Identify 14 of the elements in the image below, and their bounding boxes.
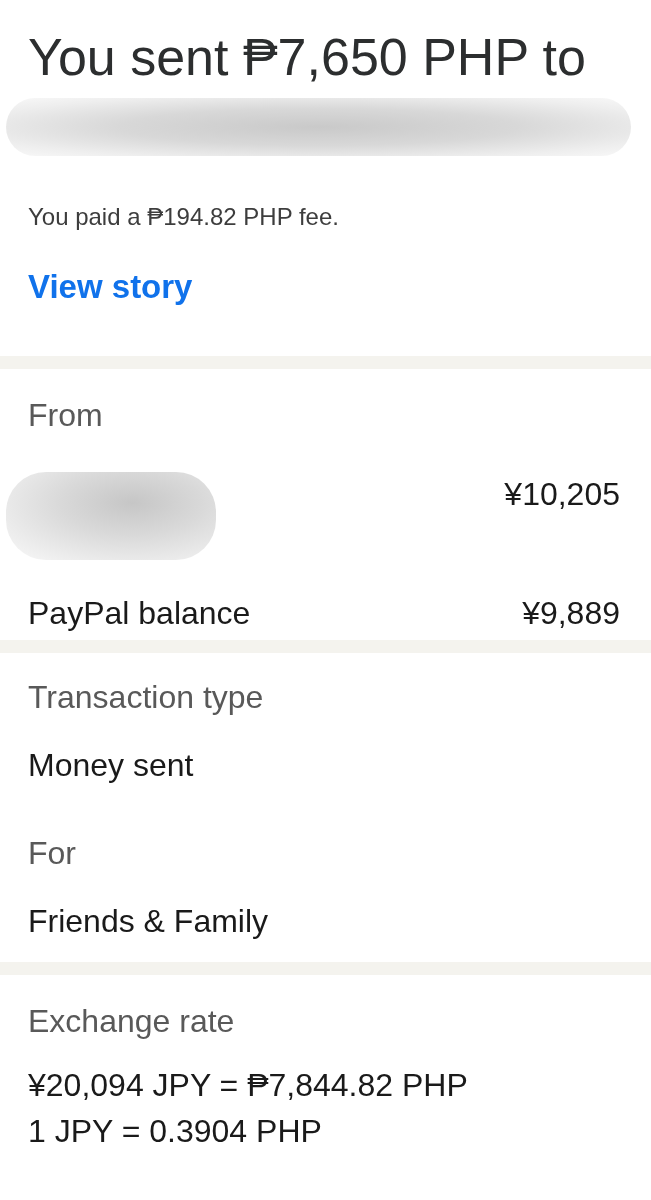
detail-value: Friends & Family (28, 902, 270, 940)
amount-text: ¥9,889 (522, 594, 620, 632)
amount-text: ¥10,205 (504, 475, 620, 513)
view-story-link[interactable]: View story (28, 267, 193, 307)
exchange-rate-text: 1 JPY = 0.3904 PHP (28, 1112, 323, 1151)
exchange-rate-text: ¥20,094 JPY = ₱7,844.82 PHP (28, 1066, 469, 1105)
section-label: From (28, 396, 104, 434)
detail-value: Money sent (28, 746, 195, 784)
detail-label: Transaction type (28, 678, 265, 716)
fee-note: You paid a ₱194.82 PHP fee. (28, 202, 339, 232)
page-title: You sent ₱7,650 PHP to (28, 27, 586, 87)
funding-source-name: PayPal balance (28, 594, 251, 632)
section-label: Exchange rate (28, 1002, 236, 1040)
detail-label: For (28, 834, 77, 872)
